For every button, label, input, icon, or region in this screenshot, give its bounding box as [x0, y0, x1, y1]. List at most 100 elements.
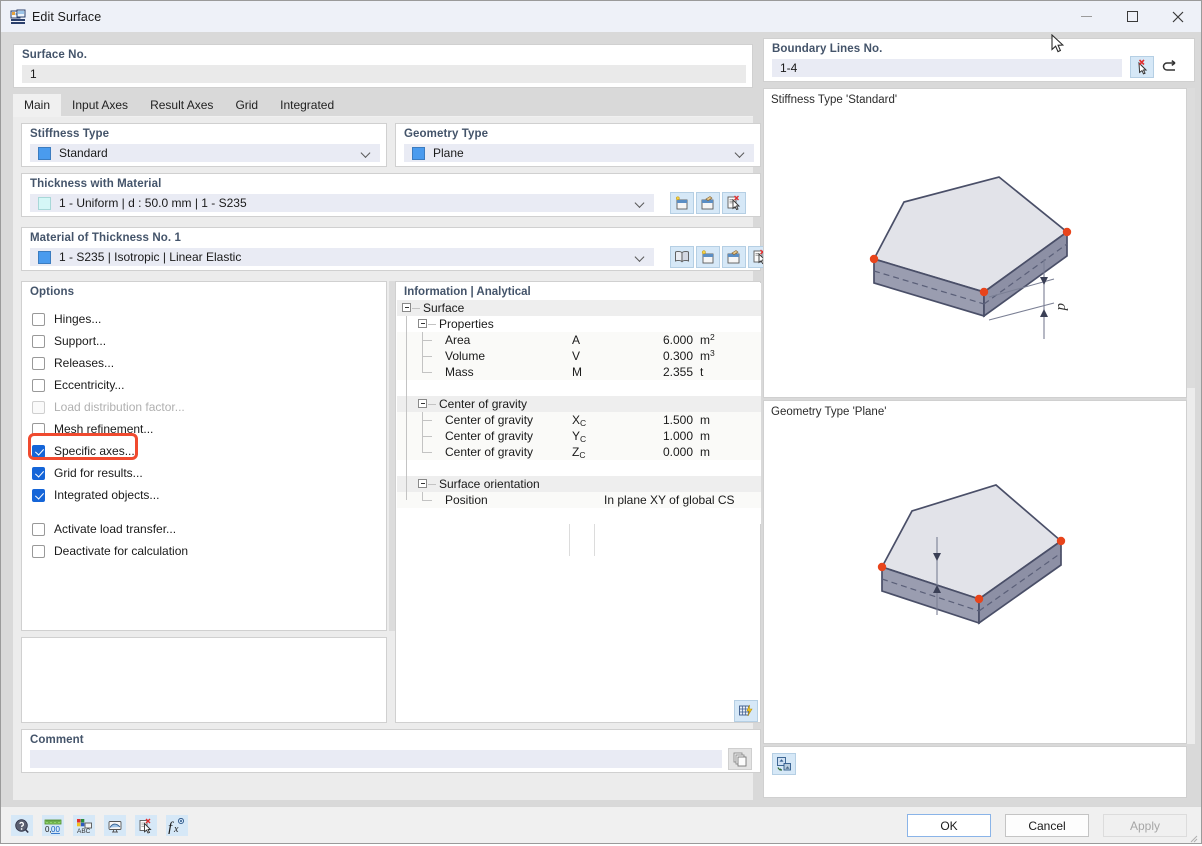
new-material-icon[interactable] [696, 246, 720, 268]
dialog-buttons: OK Cancel Apply [907, 814, 1187, 837]
tree-spacer [397, 380, 761, 396]
preview-scrollbar[interactable] [1187, 88, 1195, 744]
geometry-type-dropdown[interactable]: Plane [404, 144, 754, 162]
boundary-lines-input[interactable]: 1-4 [772, 59, 1122, 77]
checkbox-deactivate-for-calculation[interactable] [32, 544, 45, 558]
display-properties-icon[interactable]: ABC [73, 815, 95, 836]
option-specific-axes[interactable]: Specific axes... [32, 440, 376, 462]
table-row[interactable]: Center of gravity ZC 0.000 m [397, 444, 761, 460]
tab-main[interactable]: Main [13, 94, 62, 116]
option-grid-for-results[interactable]: Grid for results... [32, 462, 376, 484]
option-eccentricity[interactable]: Eccentricity... [32, 374, 376, 396]
help-icon[interactable] [11, 815, 33, 836]
window-title: Edit Surface [32, 9, 102, 24]
reverse-icon[interactable] [1158, 56, 1182, 78]
geometry-type-group: Geometry Type Plane [395, 123, 761, 167]
options-label: Options [30, 286, 75, 298]
option-integrated-objects[interactable]: Integrated objects... [32, 484, 376, 506]
formula-icon[interactable]: f x [166, 815, 188, 836]
option-support[interactable]: Support... [32, 330, 376, 352]
expander-icon[interactable] [418, 399, 427, 408]
thickness-dropdown[interactable]: 1 - Uniform | d : 50.0 mm | 1 - S235 [30, 194, 654, 212]
tab-result-axes[interactable]: Result Axes [139, 94, 225, 116]
edit-thickness-icon[interactable] [696, 192, 720, 214]
material-library-icon[interactable] [670, 246, 694, 268]
checkbox-activate-load-transfer[interactable] [32, 522, 45, 536]
new-thickness-icon[interactable] [670, 192, 694, 214]
tab-grid[interactable]: Grid [224, 94, 270, 116]
tab-content-main: Stiffness Type Standard Geometry Type Pl… [13, 116, 772, 800]
option-label: Activate load transfer... [54, 522, 177, 536]
table-row[interactable]: Mass M 2.355 t [397, 364, 761, 380]
tree-node-label: Center of gravity [439, 397, 528, 411]
tree-group-properties[interactable]: Properties [397, 316, 761, 332]
checkbox-grid-for-results[interactable] [32, 466, 45, 480]
expander-icon[interactable] [418, 479, 427, 488]
checkbox-releases[interactable] [32, 356, 45, 370]
close-icon[interactable] [1155, 1, 1201, 32]
geometry-type-label: Geometry Type [404, 128, 489, 140]
visual-icon[interactable] [104, 815, 126, 836]
option-releases[interactable]: Releases... [32, 352, 376, 374]
ok-button[interactable]: OK [907, 814, 991, 837]
expander-icon[interactable] [418, 319, 427, 328]
checkbox-support[interactable] [32, 334, 45, 348]
tree-group-surface-orientation[interactable]: Surface orientation [397, 476, 761, 492]
option-hinges[interactable]: Hinges... [32, 308, 376, 330]
comment-input[interactable] [30, 750, 722, 768]
checkbox-eccentricity[interactable] [32, 378, 45, 392]
comment-copy-icon[interactable] [728, 748, 752, 770]
tree-node-label: Properties [439, 317, 494, 331]
table-row[interactable]: Volume V 0.300 m3 [397, 348, 761, 364]
svg-text:d: d [1054, 303, 1070, 311]
expander-icon[interactable] [402, 303, 411, 312]
maximize-icon[interactable] [1109, 1, 1155, 32]
comment-label: Comment [30, 734, 84, 746]
units-icon[interactable]: 0, 00 [42, 815, 64, 836]
tree-row-symbol: V [572, 349, 581, 363]
tree-spacer [397, 508, 761, 524]
tree-row-symbol: ZC [572, 445, 586, 460]
geometry-swatch-icon [412, 146, 425, 160]
checkbox-mesh-refinement[interactable] [32, 422, 45, 436]
checkbox-integrated-objects[interactable] [32, 488, 45, 502]
stiffness-type-group: Stiffness Type Standard [21, 123, 387, 167]
render-settings-icon[interactable] [772, 753, 796, 775]
information-tree: Surface Properties Area A 6.000 m2 Volum… [397, 300, 761, 556]
table-row[interactable]: Position In plane XY of global CS [397, 492, 761, 508]
table-row[interactable]: Center of gravity XC 1.500 m [397, 412, 761, 428]
tree-row-symbol: XC [572, 413, 587, 428]
tree-row-label: Center of gravity [445, 445, 534, 459]
tree-row-label: Position [445, 493, 488, 507]
checkbox-hinges[interactable] [32, 312, 45, 326]
tree-row-unit: t [700, 365, 704, 379]
minimize-icon[interactable] [1063, 1, 1109, 32]
tab-input-axes[interactable]: Input Axes [61, 94, 140, 116]
pick-lines-icon[interactable] [1130, 56, 1154, 78]
tree-row-symbol: M [572, 365, 582, 379]
preview-scrollbar-thumb[interactable] [1187, 88, 1195, 388]
tree-root-surface[interactable]: Surface [397, 300, 761, 316]
material-dropdown[interactable]: 1 - S235 | Isotropic | Linear Elastic [30, 248, 654, 266]
select-thickness-icon[interactable] [722, 192, 746, 214]
checkbox-specific-axes[interactable] [32, 444, 45, 458]
option-label: Hinges... [54, 312, 102, 326]
edit-material-icon[interactable] [722, 246, 746, 268]
table-row[interactable]: Area A 6.000 m2 [397, 332, 761, 348]
option-deactivate-for-calculation[interactable]: Deactivate for calculation [32, 540, 376, 562]
tab-integrated[interactable]: Integrated [269, 94, 346, 116]
option-activate-load-transfer[interactable]: Activate load transfer... [32, 518, 376, 540]
table-row[interactable]: Center of gravity YC 1.000 m [397, 428, 761, 444]
cancel-button[interactable]: Cancel [1005, 814, 1089, 837]
svg-text:00: 00 [51, 825, 60, 834]
thickness-group: Thickness with Material 1 - Uniform | d … [21, 173, 761, 217]
resize-grip[interactable] [1189, 832, 1198, 843]
surface-no-input[interactable]: 1 [22, 65, 746, 83]
left-pane: Surface No. 1 Main Input Axes Result Axe… [7, 38, 772, 800]
select-icon[interactable] [135, 815, 157, 836]
option-mesh-refinement[interactable]: Mesh refinement... [32, 418, 376, 440]
table-export-icon[interactable] [734, 700, 758, 722]
tree-group-center-of-gravity[interactable]: Center of gravity [397, 396, 761, 412]
svg-text:x: x [173, 824, 179, 834]
stiffness-type-dropdown[interactable]: Standard [30, 144, 380, 162]
